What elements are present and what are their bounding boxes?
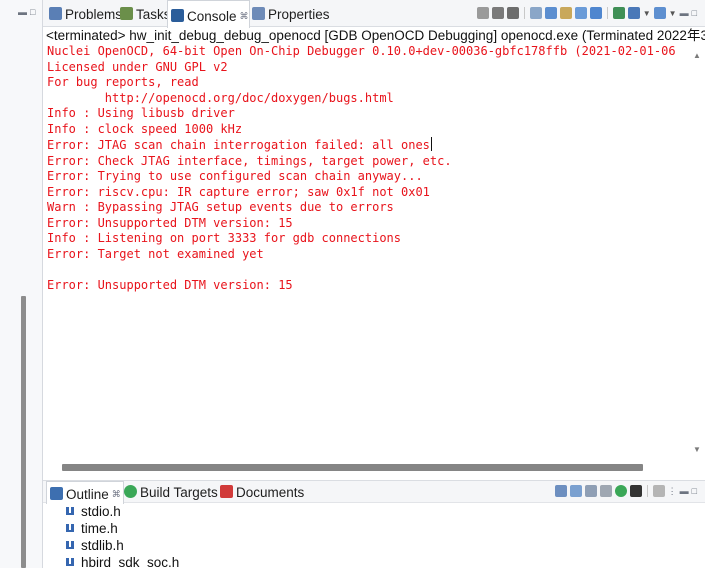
toolbar-separator <box>606 7 608 19</box>
toolbar-separator <box>523 7 525 19</box>
show-on-error-icon[interactable] <box>589 7 602 19</box>
view-menu-icon[interactable]: ⋮ <box>668 486 677 497</box>
hide-static-icon[interactable] <box>599 485 612 497</box>
scroll-up-icon[interactable]: ▲ <box>693 51 701 60</box>
minimize-icon[interactable]: ▬ <box>680 8 689 18</box>
horizontal-scrollbar-thumb[interactable] <box>62 464 643 471</box>
documents-icon <box>220 485 233 498</box>
console-line: Licensed under GNU GPL v2 <box>47 59 228 74</box>
tab-label: Outline <box>66 487 109 502</box>
tab-close-icon[interactable]: ⌘ <box>112 489 121 499</box>
scroll-lock-icon[interactable] <box>544 7 557 19</box>
console-line: Error: Trying to use configured scan cha… <box>47 169 423 183</box>
console-line-text: Error: JTAG scan chain interrogation fai… <box>47 138 430 152</box>
outline-icon <box>50 487 63 500</box>
console-line: Error: Target not examined yet <box>47 246 264 261</box>
remove-launch-icon[interactable] <box>491 7 504 19</box>
tab-console[interactable]: Console ⌘ <box>167 0 250 28</box>
clear-console-icon[interactable] <box>529 7 542 19</box>
outline-item-label: hbird_sdk_soc.h <box>81 555 180 568</box>
hide-non-public-icon[interactable] <box>614 485 627 497</box>
console-output[interactable]: Nuclei OpenOCD, 64-bit Open On-Chip Debu… <box>43 44 689 459</box>
outline-include-item[interactable]: time.h <box>43 520 705 537</box>
link-with-editor-icon[interactable] <box>652 485 665 497</box>
console-line: http://openocd.org/doc/doxygen/bugs.html <box>47 90 394 105</box>
console-line: Info : Using libusb driver <box>47 106 235 120</box>
left-scrollbar-thumb[interactable] <box>21 296 26 568</box>
include-icon <box>66 541 74 549</box>
toolbar-separator <box>646 485 648 497</box>
minimize-icon[interactable]: ▬ <box>680 486 689 496</box>
chevron-down-icon[interactable]: ▼ <box>643 9 651 18</box>
console-line: For bug reports, read <box>47 75 199 89</box>
show-on-output-icon[interactable] <box>574 7 587 19</box>
chevron-down-icon[interactable]: ▼ <box>669 9 677 18</box>
outline-include-item[interactable]: hbird_sdk_soc.h <box>43 554 705 568</box>
tab-label: Console <box>187 9 237 24</box>
tab-close-icon[interactable]: ⌘ <box>240 11 249 21</box>
sort-icon[interactable] <box>569 485 582 497</box>
console-line: Nuclei OpenOCD, 64-bit Open On-Chip Debu… <box>47 44 676 58</box>
tab-label: Documents <box>236 485 305 500</box>
display-console-icon[interactable] <box>627 7 640 19</box>
problems-icon <box>49 7 62 20</box>
include-icon <box>66 524 74 532</box>
console-line: Error: Unsupported DTM version: 15 <box>47 215 293 230</box>
console-line: Error: riscv.cpu: IR capture error; saw … <box>47 184 430 199</box>
console-line: Warn : Bypassing JTAG setup events due t… <box>47 200 394 214</box>
console-line: Error: Check JTAG interface, timings, ta… <box>47 153 452 168</box>
outline-item-label: stdlib.h <box>81 538 124 553</box>
console-icon <box>171 9 184 22</box>
word-wrap-icon[interactable] <box>559 7 572 19</box>
remove-all-terminated-icon[interactable] <box>506 7 519 19</box>
tab-problems[interactable]: Problems <box>46 0 122 27</box>
tab-label: Tasks <box>136 7 171 22</box>
maximize-icon[interactable]: □ <box>30 7 35 17</box>
console-process-title: <terminated> hw_init_debug_debug_openocd… <box>46 28 705 43</box>
tab-properties[interactable]: Properties <box>249 0 330 27</box>
outline-item-label: time.h <box>81 521 118 536</box>
include-icon <box>66 507 74 515</box>
console-line-with-caret: Error: JTAG scan chain interrogation fai… <box>43 137 689 154</box>
maximize-icon[interactable]: □ <box>692 8 697 18</box>
outline-item-label: stdio.h <box>81 504 121 519</box>
include-icon <box>66 558 74 566</box>
collapse-all-icon[interactable] <box>554 485 567 497</box>
console-vertical-scrollbar[interactable]: ▲ ▼ <box>689 44 705 459</box>
scroll-down-icon[interactable]: ▼ <box>693 445 701 454</box>
tab-tasks[interactable]: Tasks <box>117 0 171 27</box>
console-line: Error: Unsupported DTM version: 15 <box>47 277 293 292</box>
hide-macros-icon[interactable] <box>629 485 642 497</box>
minimize-icon[interactable]: ▬ <box>18 7 27 17</box>
pin-console-icon[interactable] <box>612 7 625 19</box>
outline-toolbar: ⋮ ▬ □ <box>554 485 697 497</box>
top-tab-bar: Problems Tasks Console ⌘ Properties ▼ ▼ ▬… <box>43 0 705 28</box>
console-line: Info : Listening on port 3333 for gdb co… <box>47 231 402 245</box>
tab-outline[interactable]: Outline ⌘ <box>46 481 124 504</box>
tab-label: Build Targets <box>140 485 218 500</box>
tab-label: Properties <box>268 7 330 22</box>
tasks-icon <box>120 7 133 20</box>
tab-build-targets[interactable]: Build Targets <box>121 481 218 504</box>
bottom-tab-bar: Outline ⌘ Build Targets Documents ⋮ ▬ □ <box>43 480 705 504</box>
outline-include-item[interactable]: stdio.h <box>43 503 705 520</box>
open-console-icon[interactable] <box>653 7 666 19</box>
hide-fields-icon[interactable] <box>584 485 597 497</box>
tab-documents[interactable]: Documents <box>217 481 304 504</box>
left-side-strip: ▬ □ <box>0 0 43 568</box>
outline-include-item[interactable]: stdlib.h <box>43 537 705 554</box>
maximize-icon[interactable]: □ <box>692 486 697 496</box>
console-horizontal-scrollbar[interactable] <box>43 459 689 475</box>
text-caret <box>430 137 432 151</box>
console-toolbar: ▼ ▼ ▬ □ <box>476 4 697 22</box>
tab-label: Problems <box>65 7 123 22</box>
build-targets-icon <box>124 485 137 498</box>
console-line: Info : clock speed 1000 kHz <box>47 121 243 136</box>
outline-tree: stdio.h time.h stdlib.h hbird_sdk_soc.h <box>43 503 705 568</box>
terminate-icon[interactable] <box>476 7 489 19</box>
properties-icon <box>252 7 265 20</box>
